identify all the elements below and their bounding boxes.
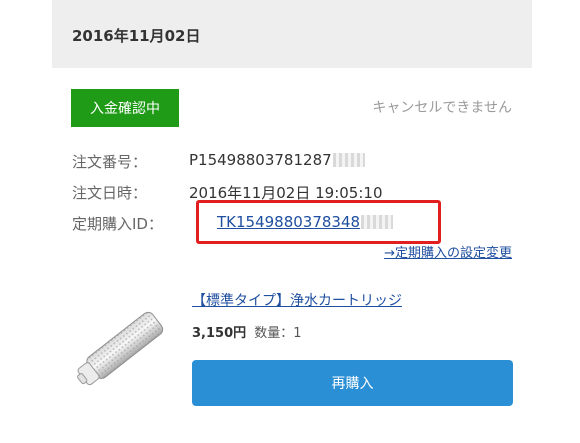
order-card: 2016年11月02日 入金確認中 キャンセルできません 注文番号： P1549… (52, 0, 532, 443)
price-row: 3,150円 数量：1 (192, 322, 302, 341)
payment-status-badge: 入金確認中 (71, 89, 179, 127)
order-number-value: P15498803781287 (189, 151, 365, 169)
water-filter-cartridge-icon[interactable] (68, 300, 180, 392)
subscription-settings-link[interactable]: →定期購入の設定変更 (384, 242, 512, 261)
product-name-link[interactable]: 【標準タイプ】浄水カートリッジ (192, 290, 402, 310)
rebuy-button[interactable]: 再購入 (192, 360, 513, 406)
product-price: 3,150円 (192, 326, 247, 341)
subscription-id-label: 定期購入ID： (72, 215, 163, 233)
cancel-unavailable-note: キャンセルできません (372, 100, 512, 116)
redacted-mark (361, 215, 394, 229)
order-datetime-label: 注文日時： (72, 184, 148, 202)
subscription-id-text: TK1549880378348 (217, 213, 361, 231)
redacted-mark (332, 153, 365, 167)
order-number-label: 注文番号： (72, 153, 148, 171)
order-number-text: P15498803781287 (189, 151, 332, 169)
order-date: 2016年11月02日 (72, 27, 201, 45)
product-quantity: 数量：1 (254, 326, 302, 341)
subscription-id-link[interactable]: TK1549880378348 (217, 213, 394, 231)
order-date-header: 2016年11月02日 (52, 0, 532, 68)
